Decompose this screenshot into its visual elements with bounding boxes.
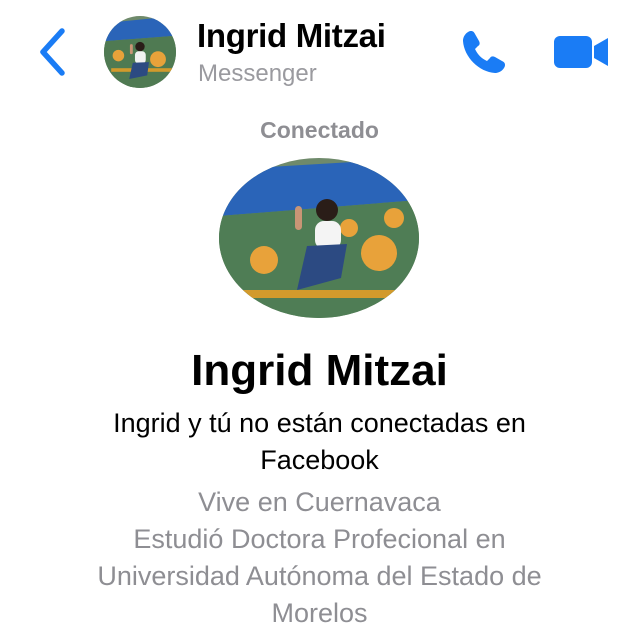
profile-name: Ingrid Mitzai (191, 346, 448, 395)
phone-icon (463, 31, 505, 73)
video-camera-icon (554, 36, 608, 68)
facebook-connection-note: Ingrid y tú no están conectadas en Faceb… (113, 408, 526, 475)
back-button[interactable] (34, 26, 74, 78)
info-line-location: Vive en Cuernavaca (198, 487, 441, 517)
profile-info: Vive en Cuernavaca Estudió Doctora Profe… (30, 484, 609, 632)
connection-status: Conectado (260, 117, 379, 143)
info-line-education: Estudió Doctora Profecional en (133, 524, 506, 554)
chat-header: Ingrid Mitzai Messenger (0, 0, 639, 100)
profile-photo[interactable] (219, 158, 419, 318)
contact-avatar[interactable] (104, 16, 176, 88)
contact-name[interactable]: Ingrid Mitzai (197, 17, 386, 55)
info-line-state: Morelos (271, 598, 368, 628)
video-call-button[interactable] (552, 30, 612, 74)
call-button[interactable] (458, 26, 510, 78)
info-line-university: Universidad Autónoma del Estado de (97, 561, 542, 591)
app-label: Messenger (198, 60, 317, 87)
chevron-left-icon (40, 28, 65, 76)
